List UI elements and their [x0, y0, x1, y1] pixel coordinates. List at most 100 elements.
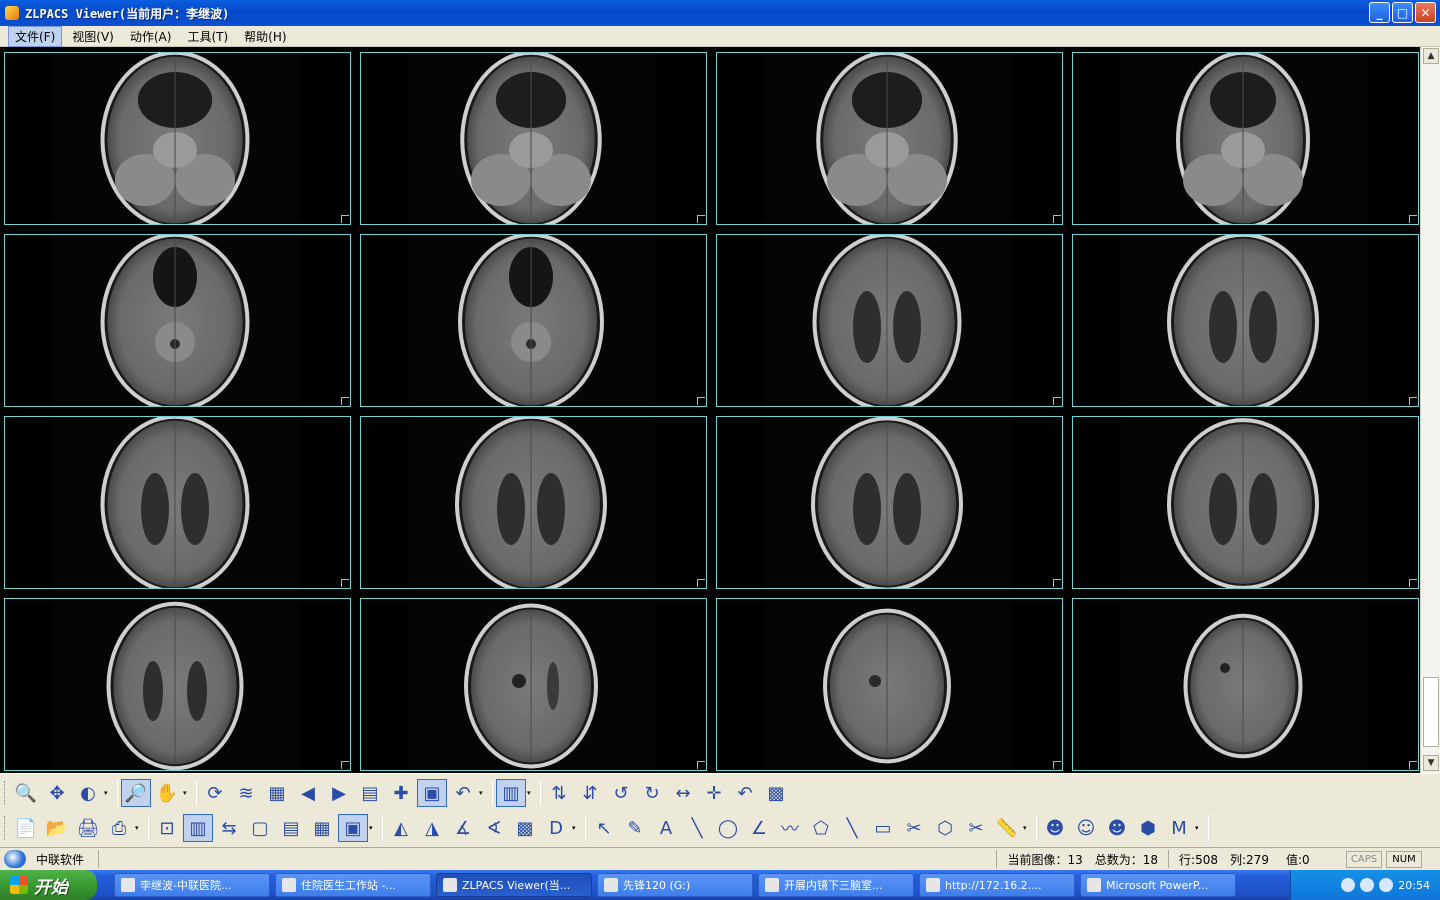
flip-h-icon[interactable]: ⇅ [544, 779, 574, 807]
ruler-icon[interactable]: 📏 [992, 814, 1022, 842]
compare-icon[interactable]: ≋ [231, 779, 261, 807]
prev-icon[interactable]: ◀ [293, 779, 323, 807]
rotate-right-icon[interactable]: ↻ [637, 779, 667, 807]
text-icon[interactable]: A [651, 814, 681, 842]
arrow-cut-icon[interactable]: ✂ [899, 814, 929, 842]
image-cell[interactable] [4, 416, 351, 589]
swap-icon[interactable]: ⇆ [214, 814, 244, 842]
window-level-icon[interactable]: ◐ [73, 779, 103, 807]
skull3-icon[interactable]: ☻ [1102, 814, 1132, 842]
start-button[interactable]: 开始 [0, 870, 97, 900]
zoom-icon[interactable]: 🔎 [121, 779, 151, 807]
image-cell[interactable] [4, 52, 351, 225]
scissors-icon[interactable]: ✂ [961, 814, 991, 842]
split-icon[interactable]: ▥ [496, 779, 526, 807]
image-cell[interactable] [360, 598, 707, 771]
maximize-button[interactable]: □ [1392, 2, 1413, 23]
roi-icon[interactable]: ⬡ [930, 814, 960, 842]
image-cell[interactable] [1072, 52, 1419, 225]
skull2-icon[interactable]: ☺ [1071, 814, 1101, 842]
dropdown-arrow-icon[interactable]: ▾ [183, 789, 189, 797]
rectangle-icon[interactable]: ▭ [868, 814, 898, 842]
toolbar-grip[interactable] [4, 781, 7, 805]
scroll-up-icon[interactable]: ▲ [1423, 48, 1439, 64]
image-cell[interactable] [360, 416, 707, 589]
dropdown-arrow-icon[interactable]: ▾ [479, 789, 485, 797]
line-icon[interactable]: ╲ [682, 814, 712, 842]
skull-icon[interactable]: ☻ [1040, 814, 1070, 842]
reset-icon[interactable]: ↶ [730, 779, 760, 807]
multi-icon[interactable]: ▩ [510, 814, 540, 842]
layout-icon[interactable]: ▤ [355, 779, 385, 807]
image-cell[interactable] [716, 598, 1063, 771]
dropdown-arrow-icon[interactable]: ▾ [572, 824, 578, 832]
menu-file[interactable]: 文件(F) [8, 25, 63, 47]
sync-icon[interactable]: ✚ [386, 779, 416, 807]
zoom-roam-icon[interactable]: ✥ [42, 779, 72, 807]
dsa-icon[interactable]: D [541, 814, 571, 842]
scroll-down-icon[interactable]: ▼ [1423, 755, 1439, 771]
dropdown-arrow-icon[interactable]: ▾ [1023, 824, 1029, 832]
image-cell[interactable] [360, 234, 707, 407]
menu-action[interactable]: 动作(A) [124, 27, 178, 46]
split-view-icon[interactable]: ▥ [183, 814, 213, 842]
image-cell[interactable] [716, 52, 1063, 225]
menu-tools[interactable]: 工具(T) [181, 27, 234, 46]
image-viewer[interactable] [0, 47, 1420, 773]
undo-icon[interactable]: ↶ [448, 779, 478, 807]
bound-icon[interactable]: ▢ [245, 814, 275, 842]
image-cell[interactable] [4, 598, 351, 771]
grid-icon[interactable]: ▦ [262, 779, 292, 807]
mpr-icon[interactable]: M [1164, 814, 1194, 842]
pointer-icon[interactable]: ↖ [589, 814, 619, 842]
task-item[interactable]: http://172.16.2.... [919, 873, 1075, 897]
toolbar-grip[interactable] [4, 816, 7, 840]
export-icon[interactable]: 📄 [11, 814, 41, 842]
cobb2-icon[interactable]: ∢ [479, 814, 509, 842]
scroll-thumb[interactable] [1423, 677, 1439, 747]
polygon-icon[interactable]: ⬠ [806, 814, 836, 842]
select-layout-icon[interactable]: ▣ [338, 814, 368, 842]
freehand-icon[interactable]: 〰 [775, 814, 805, 842]
image-cell[interactable] [1072, 234, 1419, 407]
magnify-icon[interactable]: 🔍 [11, 779, 41, 807]
tray-icon[interactable] [1379, 878, 1394, 892]
menu-help[interactable]: 帮助(H) [238, 27, 292, 46]
print-settings-icon[interactable]: ⎙ [104, 814, 134, 842]
dropdown-arrow-icon[interactable]: ▾ [369, 824, 375, 832]
image-cell[interactable] [1072, 598, 1419, 771]
task-item[interactable]: 李继波-中联医院... [114, 873, 270, 897]
angle-measure-icon[interactable]: ∠ [744, 814, 774, 842]
vertical-scrollbar[interactable]: ▲ ▼ [1420, 47, 1440, 773]
tray-icon[interactable] [1341, 878, 1356, 892]
rotate-left-icon[interactable]: ↺ [606, 779, 636, 807]
image-cell[interactable] [360, 52, 707, 225]
image-cell[interactable] [716, 234, 1063, 407]
task-item[interactable]: 住院医生工作站 -... [275, 873, 431, 897]
task-item[interactable]: 先锋120 (G:) [597, 873, 753, 897]
triangle-icon[interactable]: ◭ [386, 814, 416, 842]
next-icon[interactable]: ▶ [324, 779, 354, 807]
menu-view[interactable]: 视图(V) [66, 27, 120, 46]
dropdown-arrow-icon[interactable]: ▾ [135, 824, 141, 832]
rotate-icon[interactable]: ⟳ [200, 779, 230, 807]
image-cell[interactable] [1072, 416, 1419, 589]
task-item[interactable]: Microsoft PowerP... [1080, 873, 1236, 897]
print-icon[interactable]: 🖨 [73, 814, 103, 842]
open-folder-icon[interactable]: 📂 [42, 814, 72, 842]
image-cell[interactable] [716, 416, 1063, 589]
resize-h-icon[interactable]: ↔ [668, 779, 698, 807]
task-item-active[interactable]: ZLPACS Viewer(当... [436, 873, 592, 897]
3d-icon[interactable]: ⬢ [1133, 814, 1163, 842]
task-item[interactable]: 开展内镜下三脑室... [758, 873, 914, 897]
dropdown-arrow-icon[interactable]: ▾ [527, 789, 533, 797]
resize-both-icon[interactable]: ✛ [699, 779, 729, 807]
dropdown-arrow-icon[interactable]: ▾ [104, 789, 110, 797]
arrow-line-icon[interactable]: ╲ [837, 814, 867, 842]
cine-icon[interactable]: ▩ [761, 779, 791, 807]
frame-icon[interactable]: ▣ [417, 779, 447, 807]
annotation-icon[interactable]: ✎ [620, 814, 650, 842]
tray-icon[interactable] [1360, 878, 1375, 892]
stack-icon[interactable]: ▤ [276, 814, 306, 842]
image-cell[interactable] [4, 234, 351, 407]
